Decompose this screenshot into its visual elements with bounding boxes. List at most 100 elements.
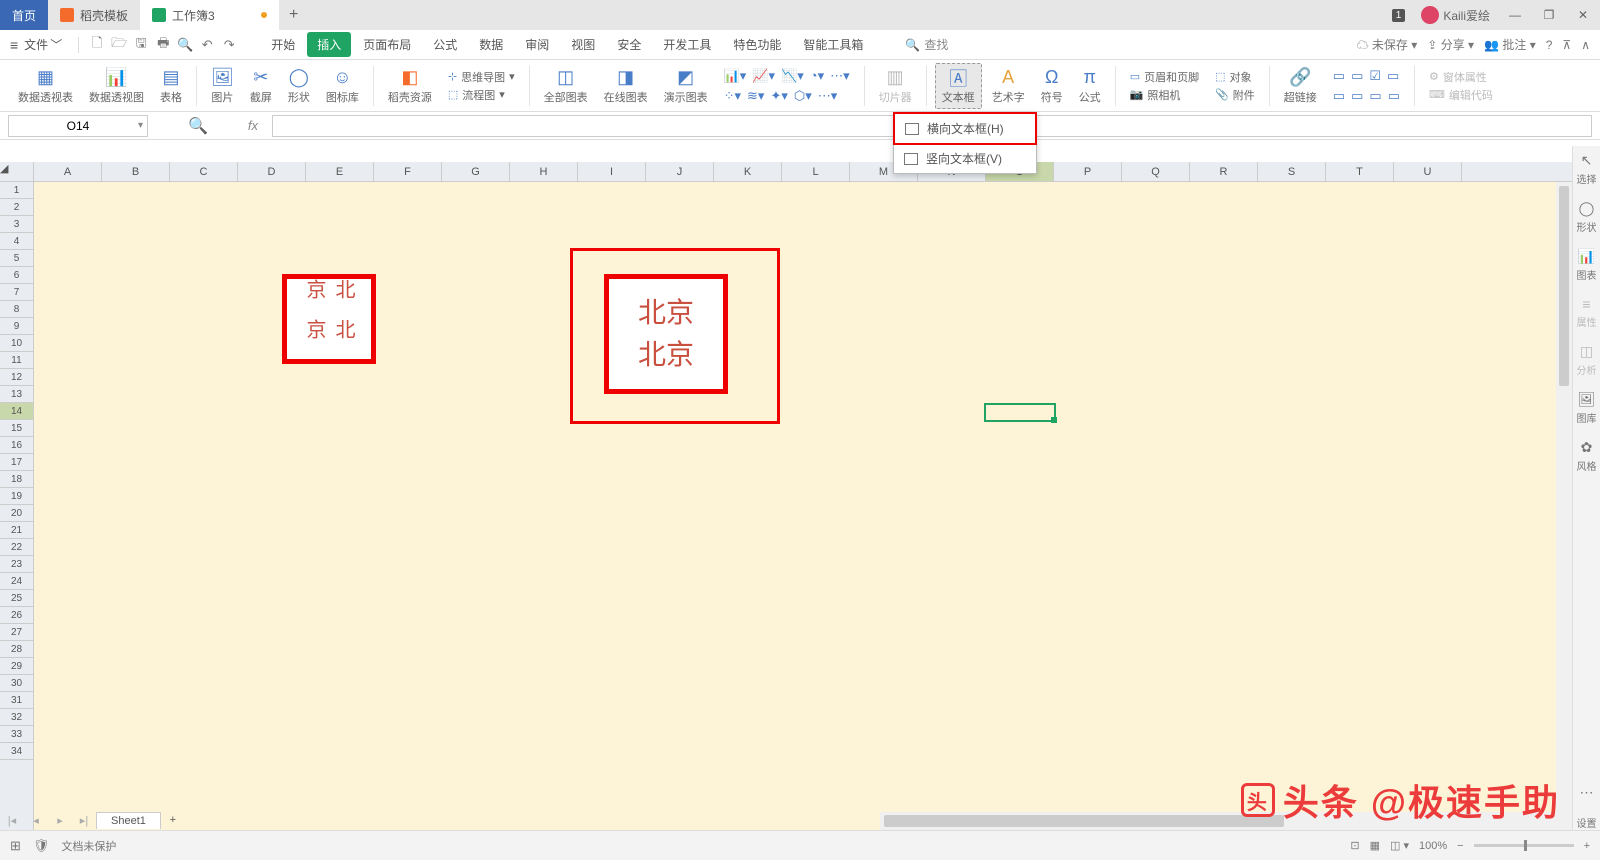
col-U[interactable]: U [1394,162,1462,181]
rp-select[interactable]: ↖选择 [1577,152,1597,186]
fc7-icon[interactable]: ▭ [1369,88,1381,104]
scatter-icon[interactable]: ⁘▾ [724,88,741,104]
qa-preview-icon[interactable]: 🔍 [175,35,195,55]
chevron-down-icon[interactable]: ▾ [138,120,143,131]
col-I[interactable]: I [578,162,646,181]
row-2[interactable]: 2 [0,199,34,216]
col-A[interactable]: A [34,162,102,181]
row-24[interactable]: 24 [0,573,34,590]
row-19[interactable]: 19 [0,488,34,505]
row-32[interactable]: 32 [0,709,34,726]
view-page-icon[interactable]: ▦ [1370,839,1380,852]
rb-header-footer[interactable]: ▭页眉和页脚 [1130,69,1199,85]
radar-icon[interactable]: ✦▾ [770,88,787,104]
row-34[interactable]: 34 [0,743,34,760]
row-4[interactable]: 4 [0,233,34,250]
pie-icon[interactable]: ◔▾ [810,68,824,84]
rb-textbox[interactable]: 🄰文本框 [935,63,982,109]
col-P[interactable]: P [1054,162,1122,181]
row-10[interactable]: 10 [0,335,34,352]
rb-mindmap[interactable]: ⊹思维导图 ▾ [448,69,515,85]
scroll-thumb[interactable] [1559,186,1569,386]
fc2-icon[interactable]: ▭ [1351,68,1363,84]
row-20[interactable]: 20 [0,505,34,522]
search-box[interactable]: 🔍查找 [905,36,948,53]
combo-icon[interactable]: ⬡▾ [794,88,812,104]
row-5[interactable]: 5 [0,250,34,267]
bar-icon[interactable]: 📊▾ [724,68,747,84]
share-btn[interactable]: ⇪ 分享 ▾ [1427,36,1474,53]
sheet-nav-prev[interactable]: ◂ [24,814,48,827]
rb-attachment[interactable]: 📎附件 [1215,87,1255,103]
zoom-slider[interactable] [1474,844,1574,847]
rb-camera[interactable]: 📷照相机 [1130,87,1199,103]
row-28[interactable]: 28 [0,641,34,658]
vertical-textbox-object[interactable]: 北京 北京 [282,274,376,364]
cell-canvas[interactable]: 北京 北京 北京 北京 [34,182,1572,830]
mtab-dev[interactable]: 开发工具 [653,32,721,57]
tab-workbook[interactable]: 工作簿3 [140,0,279,30]
mtab-smart[interactable]: 智能工具箱 [793,32,873,57]
unsaved-btn[interactable]: ☁ 未保存 ▾ [1357,36,1418,53]
vertical-scrollbar[interactable] [1556,182,1572,812]
ribbon-toggle-icon[interactable]: ∧ [1581,38,1590,52]
mtab-layout[interactable]: 页面布局 [353,32,421,57]
rb-pivot-table[interactable]: ▦数据透视表 [12,63,79,109]
rb-hyperlink[interactable]: 🔗超链接 [1278,63,1323,109]
row-3[interactable]: 3 [0,216,34,233]
sheet-nav-first[interactable]: |◂ [0,814,24,827]
fc8-icon[interactable]: ▭ [1388,88,1400,104]
qa-print-icon[interactable]: 🖶 [153,35,173,55]
col-E[interactable]: E [306,162,374,181]
active-cell[interactable] [984,403,1056,422]
mtab-feature[interactable]: 特色功能 [723,32,791,57]
fc3-icon[interactable]: ☑ [1369,68,1381,84]
file-menu[interactable]: 文件﹀ [24,36,62,53]
user-area[interactable]: Kaili爱绘 [1413,6,1498,24]
sheet-tab-1[interactable]: Sheet1 [96,812,161,829]
col-L[interactable]: L [782,162,850,181]
mtab-security[interactable]: 安全 [607,32,651,57]
row-29[interactable]: 29 [0,658,34,675]
rb-symbol[interactable]: Ω符号 [1035,63,1069,109]
qa-open-icon[interactable]: 🗁 [109,35,129,55]
col-B[interactable]: B [102,162,170,181]
zoom-value[interactable]: 100% [1419,840,1447,852]
fc4-icon[interactable]: ▭ [1387,68,1399,84]
rb-flowchart[interactable]: ⬚流程图 ▾ [448,87,515,103]
fc1-icon[interactable]: ▭ [1333,68,1345,84]
window-maximize[interactable]: ❐ [1532,0,1566,30]
row-25[interactable]: 25 [0,590,34,607]
row-12[interactable]: 12 [0,369,34,386]
qa-undo-icon[interactable]: ↶ [197,35,217,55]
scroll-thumb[interactable] [884,815,1284,827]
rb-present-charts[interactable]: ◩演示图表 [658,63,714,109]
rb-wordart[interactable]: A艺术字 [986,63,1031,109]
row-11[interactable]: 11 [0,352,34,369]
collab-btn[interactable]: 👥 批注 ▾ [1484,36,1536,53]
expand-icon[interactable]: 🔍 [188,116,208,136]
dropdown-horizontal-textbox[interactable]: 横向文本框(H) [895,114,1035,143]
name-box[interactable]: O14▾ [8,115,148,137]
mtab-view[interactable]: 视图 [561,32,605,57]
rp-style[interactable]: ✿风格 [1577,439,1597,473]
row-9[interactable]: 9 [0,318,34,335]
more2-icon[interactable]: ⋯▾ [818,88,838,104]
qa-save-icon[interactable]: 🖫 [131,35,151,55]
col-G[interactable]: G [442,162,510,181]
rp-chart[interactable]: 📊图表 [1577,248,1597,282]
col-F[interactable]: F [374,162,442,181]
row-16[interactable]: 16 [0,437,34,454]
view-mode-icon[interactable]: ◫ ▾ [1390,839,1409,852]
col-K[interactable]: K [714,162,782,181]
row-23[interactable]: 23 [0,556,34,573]
rb-equation[interactable]: π公式 [1073,63,1107,109]
horizontal-scrollbar[interactable] [880,812,1572,830]
help-icon[interactable]: ? [1546,38,1553,52]
row-13[interactable]: 13 [0,386,34,403]
col-R[interactable]: R [1190,162,1258,181]
fc5-icon[interactable]: ▭ [1333,88,1345,104]
row-6[interactable]: 6 [0,267,34,284]
rb-all-charts[interactable]: ◫全部图表 [538,63,594,109]
col-T[interactable]: T [1326,162,1394,181]
